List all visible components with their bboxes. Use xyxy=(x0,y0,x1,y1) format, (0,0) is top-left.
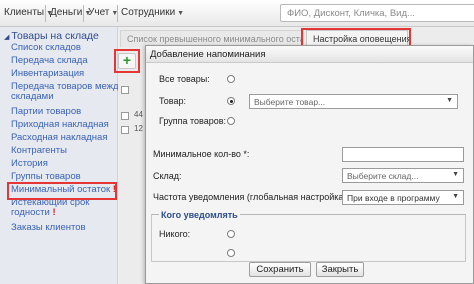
chevron-down-icon: ▼ xyxy=(177,10,185,17)
frequency-label: Частота уведомления (глобальная настройк… xyxy=(153,192,355,202)
notify-option-radio[interactable] xyxy=(227,249,235,257)
top-menu-bar: Клиенты ▼ Деньги ▼ Учет ▼ Сотрудники ▼ ФИО, … xyxy=(0,0,474,27)
menu-divider xyxy=(117,5,118,22)
menu-accounting[interactable]: Учет ▼ xyxy=(88,7,118,18)
sidebar-item-contractors[interactable]: Контрагенты xyxy=(11,146,67,156)
close-button[interactable]: Закрыть xyxy=(316,262,364,277)
warehouse-select[interactable]: Выберите склад... ▼ xyxy=(342,168,464,183)
menu-employees[interactable]: Сотрудники ▼ xyxy=(121,7,184,18)
frequency-select[interactable]: При входе в программу ▼ xyxy=(342,190,464,205)
menu-clients-label: Клиенты xyxy=(4,7,45,18)
product-select-placeholder: Выберите товар... xyxy=(254,97,326,107)
chevron-down-icon: ▼ xyxy=(452,171,459,178)
search-input[interactable]: ФИО, Дисконт, Кличка, Вид... xyxy=(280,4,474,22)
chevron-down-icon: ▼ xyxy=(446,97,453,104)
sidebar-item-batches[interactable]: Партии товаров xyxy=(11,107,81,117)
nobody-label: Никого: xyxy=(159,229,191,239)
sidebar-item-product-groups[interactable]: Группы товаров xyxy=(11,172,81,182)
min-qty-input[interactable] xyxy=(342,147,464,162)
chevron-down-icon: ▼ xyxy=(452,193,459,200)
notify-whom-fieldset xyxy=(151,214,466,262)
product-label: Товар: xyxy=(159,96,186,106)
sidebar-item-warehouse-transfer[interactable]: Передача склада xyxy=(11,56,88,66)
sidebar-item-label: годности xyxy=(11,207,50,218)
all-products-label: Все товары: xyxy=(159,74,210,84)
product-radio[interactable] xyxy=(227,97,235,105)
row-checkbox[interactable] xyxy=(121,112,129,120)
select-all-checkbox[interactable] xyxy=(121,86,129,94)
dialog-header[interactable]: Добавление напоминания xyxy=(146,46,473,63)
sidebar-title-label: Товары на складе xyxy=(11,30,99,42)
nobody-radio[interactable] xyxy=(227,230,235,238)
menu-accounting-label: Учет xyxy=(88,7,110,18)
all-products-radio[interactable] xyxy=(227,75,235,83)
warehouse-select-placeholder: Выберите склад... xyxy=(347,171,419,181)
product-group-label: Группа товаров: xyxy=(159,116,227,126)
product-select[interactable]: Выберите товар... ▼ xyxy=(249,94,458,109)
menu-divider xyxy=(45,5,46,22)
sidebar: ◢ Товары на складе Список складов Передач… xyxy=(0,27,123,284)
add-reminder-dialog: Добавление напоминания Все товары: Товар… xyxy=(145,45,474,284)
warning-icon: ! xyxy=(52,207,56,218)
sidebar-item-history[interactable]: История xyxy=(11,159,48,169)
highlight-box-min-stock xyxy=(7,182,117,200)
warehouse-label: Склад: xyxy=(153,171,182,181)
frequency-select-value: При входе в программу xyxy=(347,193,440,203)
save-button[interactable]: Сохранить xyxy=(249,262,311,277)
sidebar-item-inventory[interactable]: Инвентаризация xyxy=(11,69,84,79)
row-checkbox[interactable] xyxy=(121,126,129,134)
notify-whom-legend: Кого уведомлять xyxy=(159,210,240,220)
sidebar-item-receipt-invoice[interactable]: Приходная накладная xyxy=(11,120,109,130)
collapse-triangle-icon: ◢ xyxy=(4,34,10,41)
dialog-title: Добавление напоминания xyxy=(150,49,266,60)
menu-money[interactable]: Деньги ▼ xyxy=(50,7,91,18)
highlight-box-add-button xyxy=(114,49,140,73)
product-group-radio[interactable] xyxy=(227,117,235,125)
sidebar-item-warehouse-list[interactable]: Список складов xyxy=(11,43,81,53)
menu-divider xyxy=(83,5,84,22)
min-qty-label: Минимальное кол-во *: xyxy=(153,149,250,159)
sidebar-item-client-orders[interactable]: Заказы клиентов xyxy=(11,223,86,233)
sidebar-item-expiring[interactable]: Истекающий срок годности ! xyxy=(11,198,89,218)
menu-money-label: Деньги xyxy=(50,7,83,18)
sidebar-item-label: складами xyxy=(11,91,54,102)
sidebar-item-expense-invoice[interactable]: Расходная накладная xyxy=(11,133,107,143)
sidebar-section-title[interactable]: ◢ Товары на складе xyxy=(4,30,99,42)
sidebar-item-goods-transfer[interactable]: Передача товаров между складами xyxy=(11,82,123,102)
menu-employees-label: Сотрудники xyxy=(121,7,176,18)
